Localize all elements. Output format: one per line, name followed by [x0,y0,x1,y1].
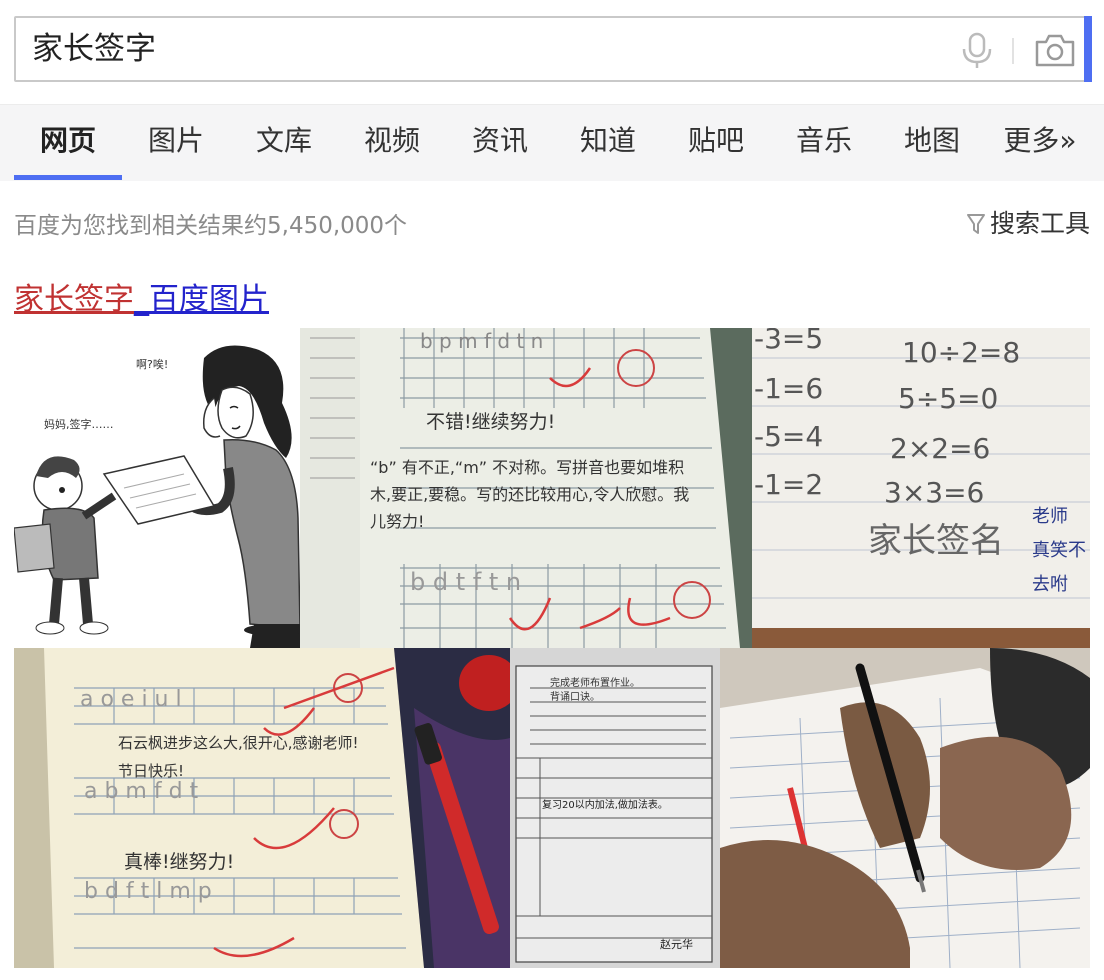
math-line-8: 3×3=6 [884,476,984,509]
camera-icon[interactable] [1034,32,1076,68]
homework-comment-2: “b” 有不正,“m” 不对称。写拼音也要如堆积木,要正,要稳。写的还比较用心,… [370,458,690,531]
tab-wenku[interactable]: 文库 [230,105,338,181]
svg-text:b p m f d t n: b p m f d t n [420,329,543,353]
notebook-comment-1: 石云枫进步这么大,很开心,感谢老师! [118,734,359,752]
math-line-1: -3=5 [754,328,823,355]
search-tabs: 网页 图片 文库 视频 资讯 知道 贴吧 音乐 地图 更多» [0,104,1104,181]
tab-map[interactable]: 地图 [878,105,986,181]
tab-zhidao[interactable]: 知道 [554,105,662,181]
form-item-3: 复习20以内加法,做加法表。 [542,798,668,811]
math-line-2: 10÷2=8 [902,336,1020,369]
microphone-icon[interactable] [960,32,994,70]
notebook-comment-2: 节日快乐! [118,762,184,780]
search-button[interactable] [1084,16,1092,82]
active-tab-indicator [14,175,122,180]
form-item-2: 背诵口诀。 [550,690,600,703]
cartoon-mother-text: 啊?唉! [136,358,168,371]
image-thumb-hands-signing[interactable] [720,648,1090,968]
filter-icon [966,214,985,234]
svg-text:b d t f t n: b d t f t n [410,568,521,596]
homework-comment-1: 不错!继续努力! [426,411,555,433]
math-line-7: -1=2 [754,468,823,501]
search-box[interactable]: 家长签字 [14,16,1092,82]
math-line-6: 2×2=6 [890,432,990,465]
result-title-link[interactable]: 家长签字_百度图片 [14,274,269,318]
svg-text:b d f t l m p: b d f t l m p [84,879,212,904]
image-thumb-pinyin-homework[interactable]: b p m f d t n b d t f t n 不错!继续努力! “b” 有… [300,328,752,648]
image-thumb-homework-form[interactable]: 完成老师布置作业。 背诵口诀。 复习20以内加法,做加法表。 赵元华 [510,648,720,968]
math-teacher-note: 老师 真笑不 去咐 [1032,506,1086,595]
image-thumb-cartoon[interactable]: 啊?唉! 妈妈,签字…… [14,328,300,648]
svg-text:a o e i u l: a o e i u l [80,687,182,712]
notebook-comment-3: 真棒!继努力! [124,851,234,873]
math-line-5: -5=4 [754,420,823,453]
math-parent-signature: 家长签名 [868,521,1004,561]
result-count: 百度为您找到相关结果约5,450,000个 [14,213,408,239]
tab-webpage[interactable]: 网页 [14,105,122,181]
image-thumb-yellow-notebook[interactable]: a o e i u l a b m f d t b d f t l m p 石云… [14,648,510,968]
form-item-1: 完成老师布置作业。 [550,676,640,689]
tab-images[interactable]: 图片 [122,105,230,181]
svg-text:a b m f d t: a b m f d t [84,779,199,804]
search-divider [1012,38,1014,64]
search-tools-button[interactable]: 搜索工具 [966,204,1090,240]
result-title-source: _百度图片 [134,282,269,317]
math-line-4: 5÷5=0 [898,382,998,415]
tab-news[interactable]: 资讯 [446,105,554,181]
image-thumb-math-signature[interactable]: -3=5 10÷2=8 -1=6 5÷5=0 -5=4 2×2=6 -1=2 3… [752,328,1090,648]
result-title-keyword: 家长签字 [14,282,134,317]
form-signature: 赵元华 [660,937,693,951]
math-line-3: -1=6 [754,372,823,405]
search-input[interactable]: 家长签字 [32,18,156,80]
search-header: 家长签字 [0,0,1104,104]
tab-video[interactable]: 视频 [338,105,446,181]
tab-more[interactable]: 更多» [986,105,1094,181]
cartoon-child-text: 妈妈,签字…… [44,417,114,431]
tab-music[interactable]: 音乐 [770,105,878,181]
tab-tieba[interactable]: 贴吧 [662,105,770,181]
search-tools-label: 搜索工具 [989,209,1090,238]
